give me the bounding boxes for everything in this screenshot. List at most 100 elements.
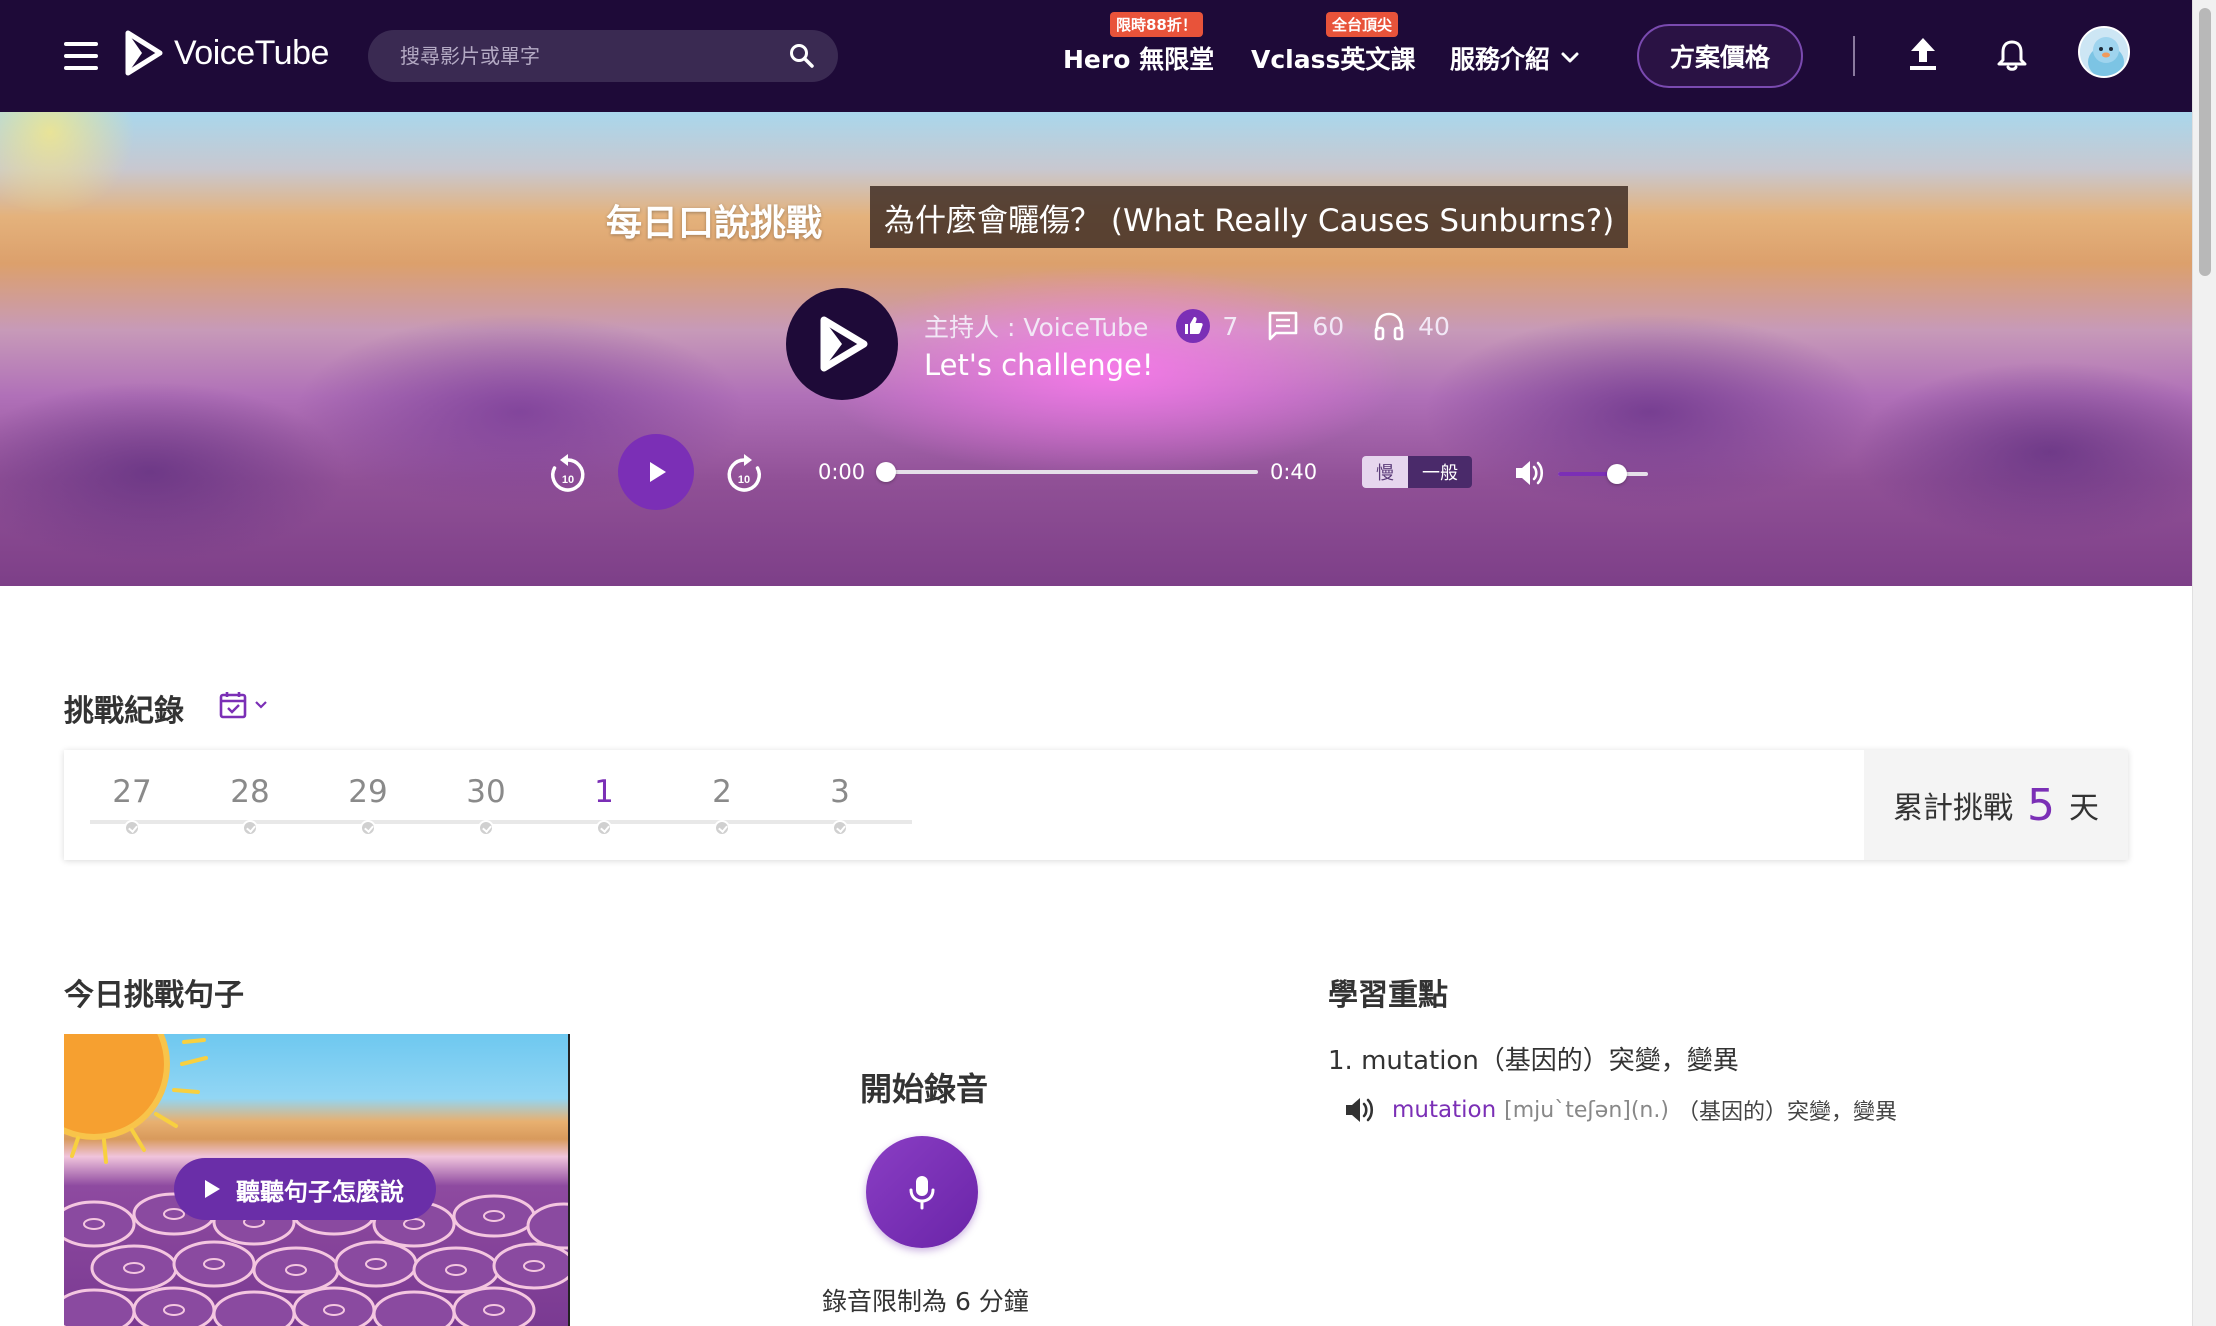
menu-icon[interactable] [64,42,98,70]
seek-thumb[interactable] [876,462,896,482]
host-name: 主持人 : VoiceTube [924,313,1149,342]
seek-slider[interactable] [876,462,1258,482]
day-item[interactable]: 2 [692,774,752,836]
day-check-dot [832,820,848,836]
vocab-definition: （基因的）突變，變異 [1676,1100,1897,1125]
total-challenge-box: 累計挑戰 5 天 [1864,750,2128,860]
day-item[interactable]: 27 [102,774,162,836]
logo-text: VoiceTube [174,33,329,72]
search-input[interactable] [400,44,788,68]
nav-divider [1853,36,1855,76]
day-number: 29 [348,774,388,810]
upload-icon[interactable] [1908,36,1938,72]
hero-promo-badge: 限時88折！ [1110,12,1203,37]
volume-slider[interactable] [1558,464,1648,484]
comments-stat[interactable]: 60 [1266,309,1344,343]
scrollbar-thumb[interactable] [2199,8,2211,276]
search-bar [368,30,838,82]
total-count: 5 [2027,779,2055,831]
hero-banner: 每日口說挑戰 為什麼會曬傷？ (What Really Causes Sunbu… [0,112,2192,586]
day-number: 2 [712,774,732,810]
voicetube-play-icon [820,316,868,372]
day-number: 28 [230,774,270,810]
day-check-dot [124,820,140,836]
day-item[interactable]: 28 [220,774,280,836]
microphone-icon [909,1176,935,1210]
svg-text:10: 10 [562,474,574,486]
speed-slow-button[interactable]: 慢 [1362,456,1408,488]
total-time: 0:40 [1270,460,1318,484]
recording-limit-text: 錄音限制為 6 分鐘 [822,1287,1029,1316]
svg-text:10: 10 [738,474,750,486]
plan-pricing-button[interactable]: 方案價格 [1637,24,1803,88]
chevron-down-icon [1561,52,1579,63]
listens-count: 40 [1418,311,1450,341]
vclass-badge: 全台頂尖 [1326,12,1399,37]
day-check-dot [242,820,258,836]
day-number: 27 [112,774,152,810]
vocab-phonetic: [mju`teʃən](n.) [1504,1097,1669,1123]
play-icon [205,1180,220,1198]
chevron-down-icon [255,701,267,709]
avatar-icon [2080,28,2128,76]
learning-title: 學習重點 [1328,978,1448,1013]
avatar[interactable] [2078,26,2130,78]
thumbs-up-icon [1176,309,1211,343]
today-title: 今日挑戰句子 [64,978,244,1013]
day-item[interactable]: 1 [574,774,634,836]
day-item[interactable]: 3 [810,774,870,836]
day-number: 3 [830,774,850,810]
vocab-row: mutation [mju`teʃən](n.) （基因的）突變，變異 [1344,1094,1897,1126]
day-item[interactable]: 30 [456,774,516,836]
nav-hero[interactable]: Hero 無限堂 [1063,40,1214,76]
learning-point-heading: 1. mutation（基因的）突變，變異 [1328,1046,1739,1076]
nav-service-label: 服務介紹 [1450,45,1551,74]
likes-stat[interactable]: 7 [1176,309,1238,343]
top-nav: VoiceTube 限時88折！ Hero 無限堂 全台頂尖 Vclass英文課… [0,0,2192,112]
listen-sentence-button[interactable]: 聽聽句子怎麼說 [174,1158,436,1220]
host-row: 主持人 : VoiceTube 7 60 40 [924,308,1450,344]
page-scrollbar[interactable] [2192,0,2216,1326]
comments-count: 60 [1312,311,1345,341]
rewind-10-icon[interactable]: 10 [546,452,590,496]
day-check-dot [360,820,376,836]
total-prefix: 累計挑戰 [1893,791,2013,826]
podcast-play-button[interactable] [786,288,898,400]
comment-icon [1269,311,1298,341]
likes-count: 7 [1222,311,1239,341]
sentence-image: 聽聽句子怎麼說 [64,1034,570,1326]
voicetube-logo-icon [125,30,163,76]
hero-sun-glow [0,112,140,212]
calendar-dropdown[interactable] [218,690,268,720]
forward-10-icon[interactable]: 10 [722,452,766,496]
search-icon[interactable] [788,42,816,70]
listens-stat: 40 [1372,309,1450,343]
challenge-title: 為什麼會曬傷？ (What Really Causes Sunburns?) [870,186,1629,248]
headphones-icon [1374,312,1404,341]
speed-normal-button[interactable]: 一般 [1408,456,1472,488]
hero-subtitle: Let's challenge! [924,348,1154,382]
vocab-word[interactable]: mutation [1392,1097,1496,1123]
nav-service-dropdown[interactable]: 服務介紹 [1450,40,1580,76]
day-number: 30 [466,774,506,810]
record-timeline [90,820,912,824]
bell-icon[interactable] [1996,38,2028,72]
day-check-dot [478,820,494,836]
audio-play-button[interactable] [618,434,694,510]
speaker-icon[interactable] [1344,1095,1376,1125]
volume-thumb[interactable] [1606,464,1627,484]
day-check-dot [596,820,612,836]
listen-sentence-label: 聽聽句子怎麼說 [236,1177,404,1206]
current-time: 0:00 [818,460,866,484]
nav-vclass[interactable]: Vclass英文課 [1251,40,1415,76]
day-item[interactable]: 29 [338,774,398,836]
total-suffix: 天 [2069,791,2099,826]
start-recording-label: 開始錄音 [860,1070,989,1108]
record-card: 27 28 29 30 1 2 3 累計挑戰 5 天 [64,750,2128,860]
logo[interactable]: VoiceTube [124,30,329,76]
speed-toggle: 慢 一般 [1362,456,1472,488]
record-title: 挑戰紀錄 [64,694,184,729]
volume-icon[interactable] [1514,458,1546,488]
record-button[interactable] [866,1136,978,1248]
image-border [568,1034,570,1326]
